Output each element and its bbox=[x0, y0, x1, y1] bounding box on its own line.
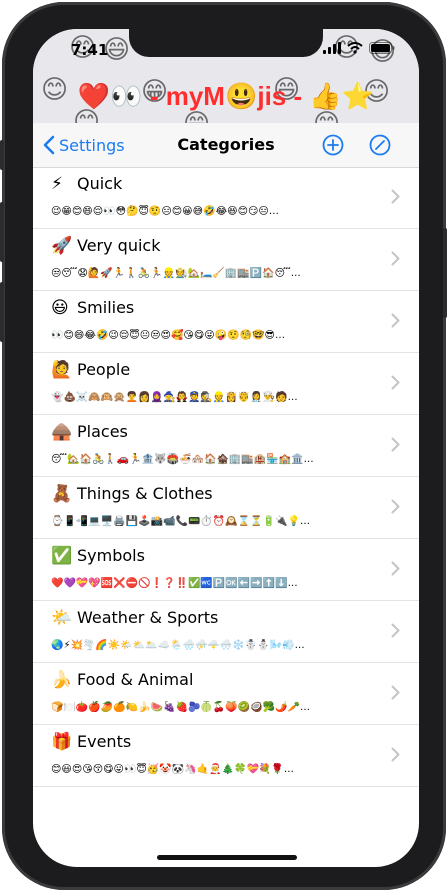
notch bbox=[129, 29, 323, 57]
category-label: Food & Animal bbox=[77, 670, 194, 689]
category-preview: 😒😴😧🙋🚀🏃🚶🚴🏃👷🧑‍🌾🏡🛏️🧹🏢🏬🅿️🏠😴… bbox=[51, 268, 301, 279]
category-label: Places bbox=[77, 422, 128, 441]
hut-icon: 🛖 bbox=[51, 422, 73, 442]
power-button bbox=[443, 228, 447, 318]
title-text-end: jis - bbox=[257, 81, 310, 111]
volume-up-button bbox=[0, 202, 4, 262]
lightning-icon: ⚡ bbox=[51, 174, 63, 194]
chevron-right-icon bbox=[391, 251, 400, 266]
category-label: Very quick bbox=[77, 236, 161, 255]
title-smiley-emoji: 😃 bbox=[224, 81, 258, 111]
gift-icon: 🎁 bbox=[51, 732, 73, 752]
screen: 😊 😄 😊 😄 😊 😁 😄 😊 😊 😄 😊 7:41 bbox=[33, 29, 419, 867]
chevron-right-icon bbox=[391, 313, 400, 328]
title-suffix-emoji: 👍⭐ bbox=[309, 81, 375, 111]
title-prefix-emoji: ❤️👀 bbox=[77, 81, 143, 111]
category-row-food-animal[interactable]: 🍌 Food & Animal 🍞🍽️🍅🍎🥭🍊🍋🍌🍉🍇🍓🫐🍈🍒🍑🥝🥥🥦🌶️🥕… bbox=[33, 663, 419, 725]
category-label: Smilies bbox=[77, 298, 135, 317]
category-preview: ⌚📱📲💻🖥️🖨️💾🕹️📸📹📞📟⏱️⏰🕰️⌛⏳🔋🔌💡… bbox=[51, 516, 311, 527]
plus-circle-icon bbox=[322, 134, 344, 156]
chevron-right-icon bbox=[391, 623, 400, 638]
category-label: Symbols bbox=[77, 546, 145, 565]
teddy-bear-icon: 🧸 bbox=[51, 484, 73, 504]
category-row-places[interactable]: 🛖 Places 😴🏡🏠🚴🚶🚗🏃🏦🐺🏟️🍜🏘️🏠🏚️🏢🏬🏨🏪🏫🏛️… bbox=[33, 415, 419, 477]
category-row-things-clothes[interactable]: 🧸 Things & Clothes ⌚📱📲💻🖥️🖨️💾🕹️📸📹📞📟⏱️⏰🕰️⌛… bbox=[33, 477, 419, 539]
status-icons bbox=[323, 42, 395, 54]
category-row-events[interactable]: 🎁 Events 😊😃😍😘😚😋😛👀😇🥳🤡🐼🦄🤙🧑‍🎄🎄🍀💝💐🌹… bbox=[33, 725, 419, 787]
category-label: Things & Clothes bbox=[77, 484, 213, 503]
categories-list: ⚡ Quick 😉😁😊😄😌👀😳🤔😇🤨😑😊😀😅🤣😂😆😊😏😑… 🚀 Very qui… bbox=[33, 167, 419, 787]
chevron-right-icon bbox=[391, 499, 400, 514]
smiley-icon: 😃 bbox=[51, 298, 69, 318]
title-text: - myM bbox=[142, 81, 225, 111]
category-preview: 🍞🍽️🍅🍎🥭🍊🍋🍌🍉🍇🍓🫐🍈🍒🍑🥝🥥🥦🌶️🥕… bbox=[51, 702, 311, 713]
phone-frame: 😊 😄 😊 😄 😊 😁 😄 😊 😊 😄 😊 7:41 bbox=[0, 2, 447, 890]
category-row-very-quick[interactable]: 🚀 Very quick 😒😴😧🙋🚀🏃🚶🚴🏃👷🧑‍🌾🏡🛏️🧹🏢🏬🅿️🏠😴… bbox=[33, 229, 419, 291]
chevron-right-icon bbox=[391, 437, 400, 452]
category-label: Quick bbox=[77, 174, 123, 193]
category-label: Events bbox=[77, 732, 132, 751]
back-label: Settings bbox=[59, 135, 125, 155]
category-preview: 👻💩☠️🙈🙉🙊🧑‍🦱👩🧕🧙🧛👮🕵️👷👸🤴👩‍⚕️👨‍🍳🧑… bbox=[51, 392, 298, 403]
status-time: 7:41 bbox=[71, 41, 109, 59]
volume-down-button bbox=[0, 282, 4, 342]
category-row-quick[interactable]: ⚡ Quick 😉😁😊😄😌👀😳🤔😇🤨😑😊😀😅🤣😂😆😊😏😑… bbox=[33, 167, 419, 229]
category-preview: ❤️💜💝💖🆘❌⛔🚫❗❓‼️✅🚾🅿️🆗⬅️➡️⬆️⬇️… bbox=[51, 578, 298, 589]
home-indicator[interactable] bbox=[157, 855, 297, 860]
category-preview: 😉😁😊😄😌👀😳🤔😇🤨😑😊😀😅🤣😂😆😊😏😑… bbox=[51, 206, 279, 217]
back-button[interactable]: Settings bbox=[43, 123, 125, 167]
chevron-right-icon bbox=[391, 561, 400, 576]
chevron-right-icon bbox=[391, 685, 400, 700]
category-label: People bbox=[77, 360, 131, 379]
navigation-bar: Settings Categories bbox=[33, 123, 419, 168]
pencil-circle-icon bbox=[369, 134, 391, 156]
edit-button[interactable] bbox=[369, 134, 391, 156]
rocket-icon: 🚀 bbox=[51, 236, 73, 256]
banana-icon: 🍌 bbox=[51, 670, 73, 690]
category-preview: 😴🏡🏠🚴🚶🚗🏃🏦🐺🏟️🍜🏘️🏠🏚️🏢🏬🏨🏪🏫🏛️… bbox=[51, 454, 314, 465]
category-row-symbols[interactable]: ✅ Symbols ❤️💜💝💖🆘❌⛔🚫❗❓‼️✅🚾🅿️🆗⬅️➡️⬆️⬇️… bbox=[33, 539, 419, 601]
chevron-left-icon bbox=[43, 135, 55, 155]
battery-icon bbox=[369, 42, 395, 54]
category-preview: 👀😊😄😂🤣😉😌😇😐😒😍🥰😘😋😜🤪🤨🧐🤓😎… bbox=[51, 330, 285, 341]
category-preview: 😊😃😍😘😚😋😛👀😇🥳🤡🐼🦄🤙🧑‍🎄🎄🍀💝💐🌹… bbox=[51, 764, 294, 775]
category-row-people[interactable]: 🙋 People 👻💩☠️🙈🙉🙊🧑‍🦱👩🧕🧙🧛👮🕵️👷👸🤴👩‍⚕️👨‍🍳🧑… bbox=[33, 353, 419, 415]
sun-behind-cloud-icon: 🌤️ bbox=[51, 608, 73, 628]
category-row-weather-sports[interactable]: 🌤️ Weather & Sports 🌏⚡💥🌪️🌈☀️🌤️⛅🌥️☁️🌦️🌧️⛈… bbox=[33, 601, 419, 663]
mute-switch bbox=[0, 140, 4, 170]
wifi-icon bbox=[347, 42, 363, 54]
app-title: ❤️👀 - myM😃jis - 👍⭐ bbox=[33, 79, 419, 113]
category-row-smilies[interactable]: 😃 Smilies 👀😊😄😂🤣😉😌😇😐😒😍🥰😘😋😜🤪🤨🧐🤓😎… bbox=[33, 291, 419, 353]
person-raising-hand-icon: 🙋 bbox=[51, 360, 73, 380]
cellular-signal-icon bbox=[323, 42, 341, 54]
chevron-right-icon bbox=[391, 375, 400, 390]
chevron-right-icon bbox=[391, 189, 400, 204]
add-button[interactable] bbox=[322, 134, 344, 156]
category-preview: 🌏⚡💥🌪️🌈☀️🌤️⛅🌥️☁️🌦️🌧️⛈️🌩️🌨️❄️☃️⛄🌬️💨… bbox=[51, 640, 305, 651]
check-mark-icon: ✅ bbox=[51, 546, 73, 566]
chevron-right-icon bbox=[391, 747, 400, 762]
category-label: Weather & Sports bbox=[77, 608, 219, 627]
